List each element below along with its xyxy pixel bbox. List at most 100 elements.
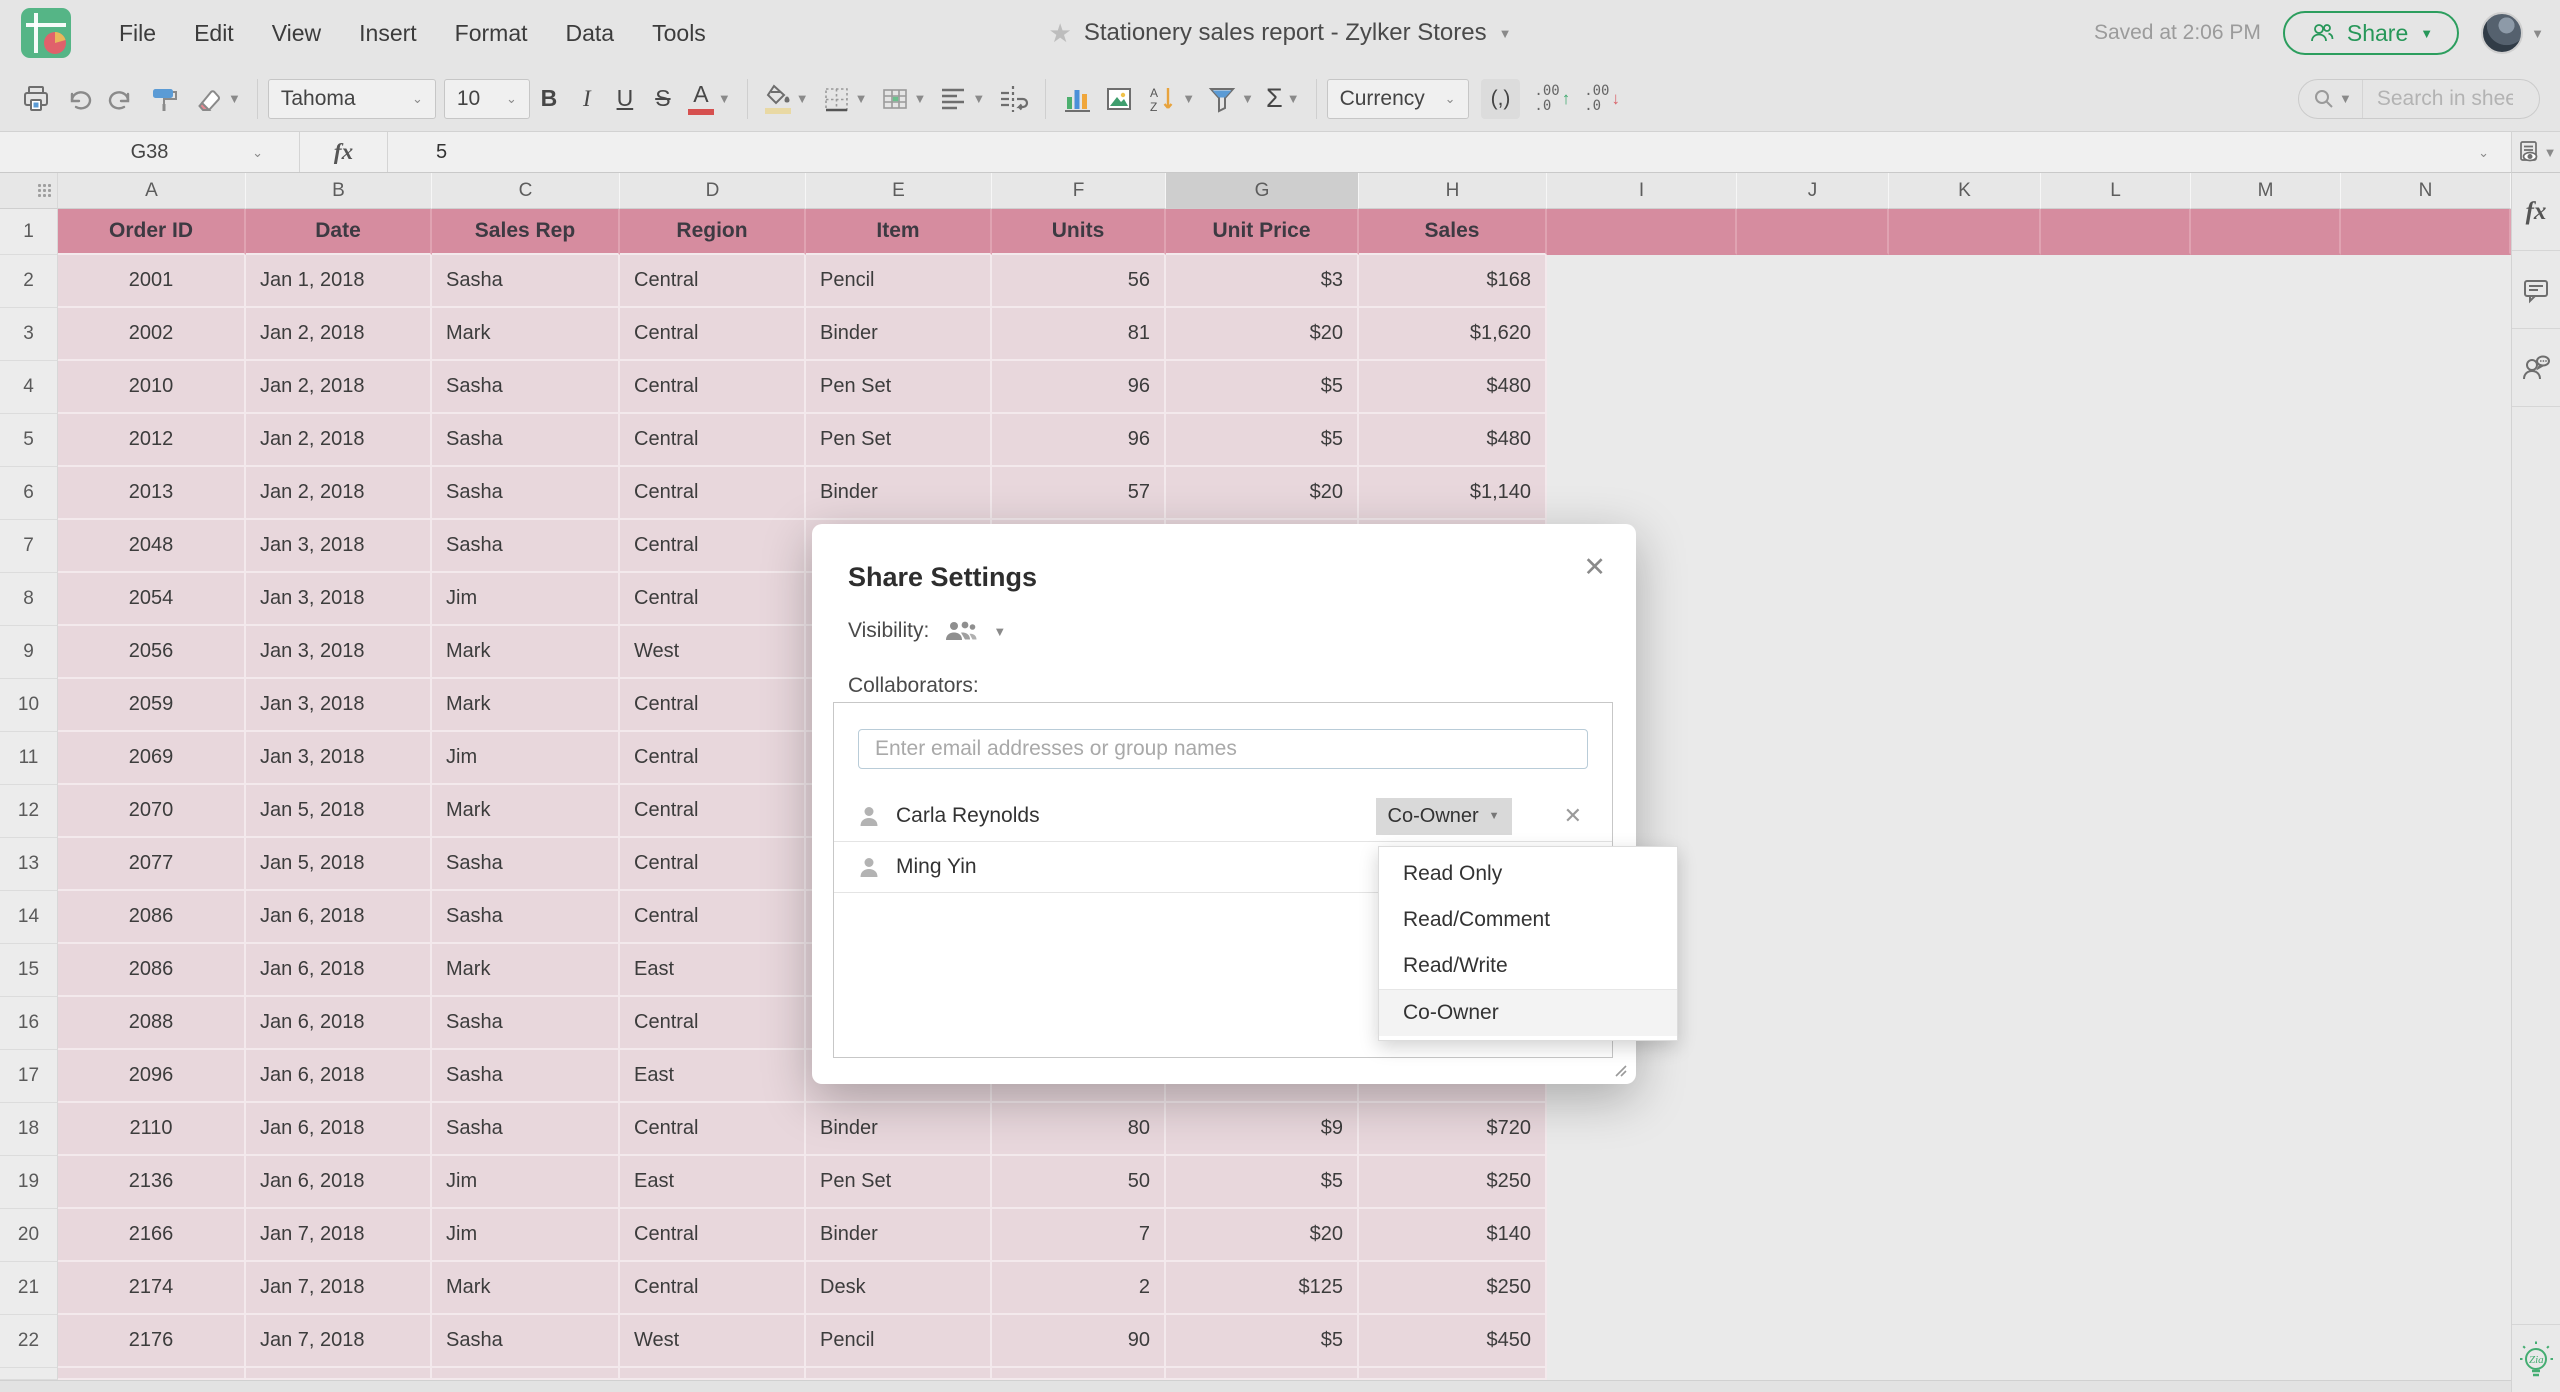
cell[interactable]: Central	[620, 997, 806, 1050]
search-options[interactable]: ▼	[2299, 79, 2363, 118]
cell[interactable]: 96	[992, 361, 1166, 414]
cell[interactable]	[2191, 997, 2341, 1050]
cell[interactable]: 2048	[58, 520, 246, 573]
cell[interactable]	[2191, 308, 2341, 361]
row-header[interactable]: 14	[0, 891, 58, 944]
cell[interactable]	[2041, 573, 2191, 626]
strikethrough-button[interactable]: S	[644, 77, 682, 121]
cell[interactable]: 81	[992, 308, 1166, 361]
row-header[interactable]: 5	[0, 414, 58, 467]
cell[interactable]	[2341, 467, 2511, 520]
cell[interactable]: Sasha	[432, 414, 620, 467]
menu-format[interactable]: Format	[436, 20, 547, 47]
cell[interactable]	[1737, 414, 1889, 467]
cell[interactable]: Central	[620, 520, 806, 573]
cell[interactable]: Jan 5, 2018	[246, 785, 432, 838]
italic-button[interactable]: I	[568, 77, 606, 121]
cell[interactable]: Jan 3, 2018	[246, 626, 432, 679]
permission-select[interactable]: Co-Owner ▼	[1375, 797, 1512, 835]
email-input[interactable]	[858, 729, 1588, 769]
row-header[interactable]: 16	[0, 997, 58, 1050]
cell[interactable]: 2077	[58, 838, 246, 891]
dialog-close-button[interactable]: ✕	[1583, 554, 1606, 581]
cell[interactable]	[1889, 732, 2041, 785]
row-header[interactable]: 8	[0, 573, 58, 626]
cell[interactable]	[2341, 1368, 2511, 1380]
cell[interactable]: 57	[992, 467, 1166, 520]
cell[interactable]: Pen Set	[806, 1156, 992, 1209]
cell[interactable]: Sasha	[432, 467, 620, 520]
visibility-chevron-down-icon[interactable]: ▼	[993, 625, 1006, 638]
cell[interactable]	[1889, 1103, 2041, 1156]
row-header[interactable]: 21	[0, 1262, 58, 1315]
cell[interactable]	[2041, 997, 2191, 1050]
cell[interactable]	[2341, 1050, 2511, 1103]
cell[interactable]	[2191, 626, 2341, 679]
cell[interactable]	[1889, 255, 2041, 308]
cell[interactable]: Sasha	[432, 838, 620, 891]
select-all-corner[interactable]	[0, 173, 58, 209]
number-format-select[interactable]: Currency ⌄	[1326, 78, 1469, 119]
cell[interactable]	[1889, 1209, 2041, 1262]
cell[interactable]: Jan 5, 2018	[246, 838, 432, 891]
cell[interactable]: Jim	[432, 1209, 620, 1262]
cell[interactable]	[2041, 891, 2191, 944]
cell[interactable]	[2341, 679, 2511, 732]
cell[interactable]	[2341, 1156, 2511, 1209]
cell[interactable]: Order ID	[58, 209, 246, 255]
cell[interactable]: Mark	[432, 626, 620, 679]
cell[interactable]	[2191, 414, 2341, 467]
cell[interactable]	[1737, 573, 1889, 626]
cell[interactable]: Jim	[432, 573, 620, 626]
cell[interactable]: Unit Price	[1166, 209, 1359, 255]
font-family-select[interactable]: Tahoma ⌄	[267, 78, 436, 119]
row-header[interactable]: 18	[0, 1103, 58, 1156]
permission-option-co-owner[interactable]: Co-Owner	[1379, 989, 1677, 1036]
cell[interactable]: 2110	[58, 1103, 246, 1156]
borders-button[interactable]: ▼	[815, 77, 874, 121]
cell[interactable]: 2096	[58, 1050, 246, 1103]
cell[interactable]: Pencil	[806, 255, 992, 308]
search-input[interactable]	[2362, 86, 2513, 111]
cell[interactable]	[2041, 1315, 2191, 1368]
formulabar-collapse-icon[interactable]: ⌄	[2478, 146, 2511, 159]
cell[interactable]	[2341, 1262, 2511, 1315]
namebox-chevron-down-icon[interactable]: ⌄	[252, 146, 263, 159]
font-color-button[interactable]: A ▼	[682, 77, 737, 121]
column-header-D[interactable]: D	[620, 173, 806, 209]
cell[interactable]	[1547, 1209, 1737, 1262]
cell[interactable]	[2191, 520, 2341, 573]
cell[interactable]: 2056	[58, 626, 246, 679]
cell[interactable]	[2041, 255, 2191, 308]
cell[interactable]: $1,620	[1359, 308, 1547, 361]
cell[interactable]: Central	[620, 679, 806, 732]
row-header[interactable]: 2	[0, 255, 58, 308]
cell[interactable]	[1737, 467, 1889, 520]
cell[interactable]	[2041, 1368, 2191, 1380]
cell[interactable]	[1889, 308, 2041, 361]
cell[interactable]: 56	[992, 255, 1166, 308]
cell[interactable]	[2341, 361, 2511, 414]
cell[interactable]: Jan 6, 2018	[246, 1156, 432, 1209]
cell[interactable]	[2041, 1050, 2191, 1103]
cell[interactable]	[2191, 944, 2341, 997]
cell[interactable]	[2191, 209, 2341, 255]
cell[interactable]	[246, 1368, 432, 1380]
cell[interactable]	[1737, 1262, 1889, 1315]
cell[interactable]: Jan 3, 2018	[246, 732, 432, 785]
cell[interactable]: $9	[1166, 1103, 1359, 1156]
menu-file[interactable]: File	[100, 20, 175, 47]
cell[interactable]	[2341, 573, 2511, 626]
permission-option-read-write[interactable]: Read/Write	[1379, 943, 1677, 989]
cell[interactable]: 80	[992, 1103, 1166, 1156]
cell[interactable]: $5	[1166, 1156, 1359, 1209]
cell[interactable]	[1737, 520, 1889, 573]
column-header-H[interactable]: H	[1359, 173, 1547, 209]
cell[interactable]	[2341, 520, 2511, 573]
menu-data[interactable]: Data	[547, 20, 634, 47]
merge-cells-button[interactable]: ▼	[874, 77, 933, 121]
resize-handle[interactable]	[1610, 1060, 1628, 1078]
column-header-N[interactable]: N	[2341, 173, 2511, 209]
cell[interactable]	[1547, 1103, 1737, 1156]
cell[interactable]	[1889, 209, 2041, 255]
